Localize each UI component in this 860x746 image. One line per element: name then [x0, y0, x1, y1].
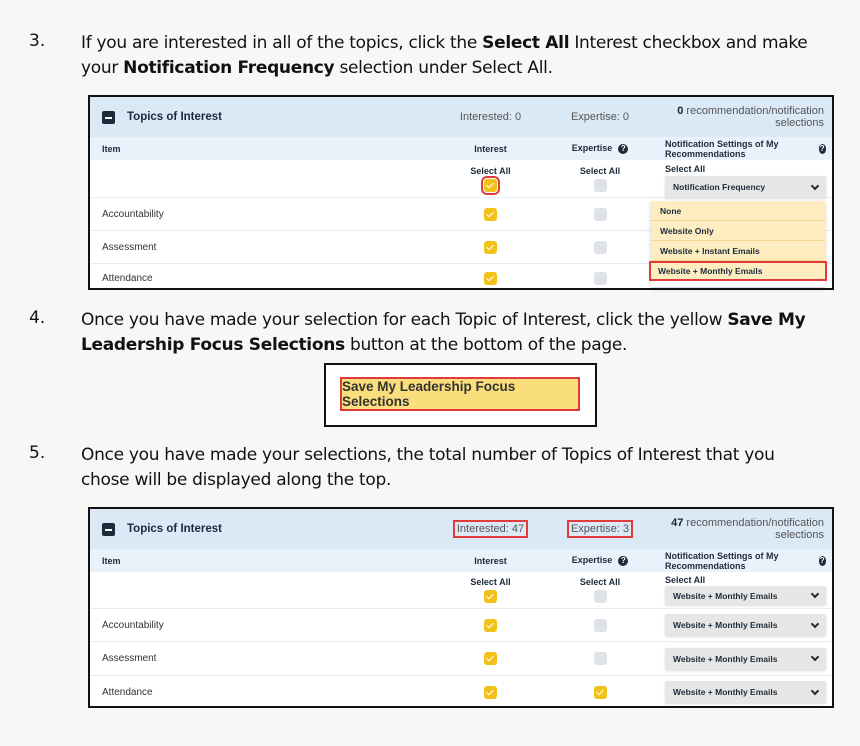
step-number: 3. — [29, 31, 46, 51]
dropdown-option-none[interactable]: None — [651, 201, 825, 221]
collapse-icon[interactable] — [102, 522, 115, 536]
notification-dropdown[interactable]: Website + Monthly Emails — [665, 681, 826, 703]
step-text: If you are interested in all of the topi… — [81, 33, 808, 78]
select-all-interest-checkbox[interactable] — [481, 175, 500, 195]
save-selections-button[interactable]: Save My Leadership Focus Selections — [340, 377, 580, 411]
select-all-label: Select All — [579, 577, 621, 587]
col-item: Item — [102, 143, 121, 154]
select-all-label: Select All — [665, 164, 706, 174]
col-item: Item — [102, 555, 121, 566]
notification-frequency-dropdown[interactable]: Notification Frequency — [665, 176, 826, 198]
section-title[interactable]: Topics of Interest — [90, 522, 438, 536]
table-row: Assessment Website + Monthly Emails — [90, 641, 832, 675]
col-notification: Notification Settings of My Recommendati… — [665, 138, 826, 159]
notification-dropdown[interactable]: Website + Monthly Emails — [665, 647, 826, 670]
step-number: 5. — [29, 443, 46, 463]
col-interest: Interest — [474, 555, 507, 566]
topics-screenshot-after: Topics of Interest Interested: 47 Expert… — [88, 507, 834, 708]
notification-frequency-dropdown[interactable]: Website + Monthly Emails — [665, 586, 826, 605]
section-title[interactable]: Topics of Interest — [90, 110, 438, 124]
step-number: 4. — [29, 308, 46, 328]
table-row: Attendance Website + Monthly Emails — [90, 675, 832, 708]
chevron-down-icon — [810, 686, 820, 695]
interest-checkbox[interactable] — [484, 240, 497, 254]
step-text: Once you have made your selection for ea… — [81, 310, 806, 355]
expertise-checkbox[interactable] — [593, 652, 607, 665]
interest-checkbox[interactable] — [484, 685, 497, 699]
chevron-down-icon — [810, 652, 820, 662]
col-expertise: Expertise? — [543, 143, 657, 154]
collapse-icon[interactable] — [102, 110, 115, 124]
save-button-screenshot: Save My Leadership Focus Selections — [324, 363, 597, 427]
select-all-row: Select All Select All Select All Notific… — [90, 160, 832, 198]
help-icon[interactable]: ? — [818, 555, 826, 566]
interest-checkbox[interactable] — [484, 271, 497, 285]
select-all-interest-checkbox[interactable] — [484, 590, 497, 603]
col-interest: Interest — [474, 143, 507, 154]
step-text: Once you have made your selections, the … — [81, 445, 775, 490]
column-headers: Item Interest Expertise? Notification Se… — [90, 549, 832, 572]
interest-checkbox[interactable] — [484, 207, 497, 221]
expertise-checkbox[interactable] — [593, 207, 607, 221]
chevron-down-icon — [810, 619, 820, 628]
dropdown-option-website-only[interactable]: Website Only — [651, 221, 825, 241]
expertise-count: Expertise: 3 — [566, 520, 634, 538]
select-all-label: Select All — [470, 577, 511, 587]
help-icon[interactable]: ? — [818, 143, 826, 154]
select-all-label: Select All — [579, 165, 621, 176]
select-all-label: Select All — [470, 165, 511, 176]
select-all-expertise-checkbox[interactable] — [593, 590, 607, 603]
notification-frequency-options: None Website Only Website + Instant Emai… — [649, 201, 827, 287]
interested-count: Interested: 0 — [459, 111, 522, 123]
expertise-count: Expertise: 0 — [570, 111, 630, 123]
select-all-label: Select All — [665, 575, 706, 585]
recommendation-count: 0 recommendation/notification selections — [677, 105, 824, 129]
recommendation-count: 47 recommendation/notification selection… — [671, 517, 824, 541]
section-header: Topics of Interest Interested: 47 Expert… — [90, 509, 832, 549]
column-headers: Item Interest Expertise? Notification Se… — [90, 137, 832, 160]
interest-checkbox[interactable] — [484, 652, 497, 665]
expertise-checkbox[interactable] — [593, 271, 607, 285]
interest-checkbox[interactable] — [484, 618, 497, 632]
expertise-checkbox[interactable] — [593, 685, 607, 699]
dropdown-option-website-monthly-emails[interactable]: Website + Monthly Emails — [649, 261, 827, 281]
help-icon[interactable]: ? — [618, 143, 629, 154]
table-row: Accountability Website + Monthly Emails — [90, 608, 832, 641]
expertise-checkbox[interactable] — [593, 240, 607, 254]
expertise-checkbox[interactable] — [593, 618, 607, 632]
interested-count: Interested: 47 — [452, 520, 529, 538]
select-all-expertise-checkbox[interactable] — [593, 178, 607, 192]
help-icon[interactable]: ? — [618, 555, 629, 566]
select-all-row: Select All Select All Select All Website… — [90, 572, 832, 608]
col-expertise: Expertise? — [543, 555, 657, 566]
topics-screenshot-before: Topics of Interest Interested: 0 Experti… — [88, 95, 834, 290]
chevron-down-icon — [810, 589, 820, 599]
col-notification: Notification Settings of My Recommendati… — [665, 550, 826, 571]
dropdown-option-website-instant-emails[interactable]: Website + Instant Emails — [651, 241, 825, 261]
chevron-down-icon — [810, 181, 820, 190]
section-header: Topics of Interest Interested: 0 Experti… — [90, 97, 832, 137]
notification-dropdown[interactable]: Website + Monthly Emails — [665, 614, 826, 636]
